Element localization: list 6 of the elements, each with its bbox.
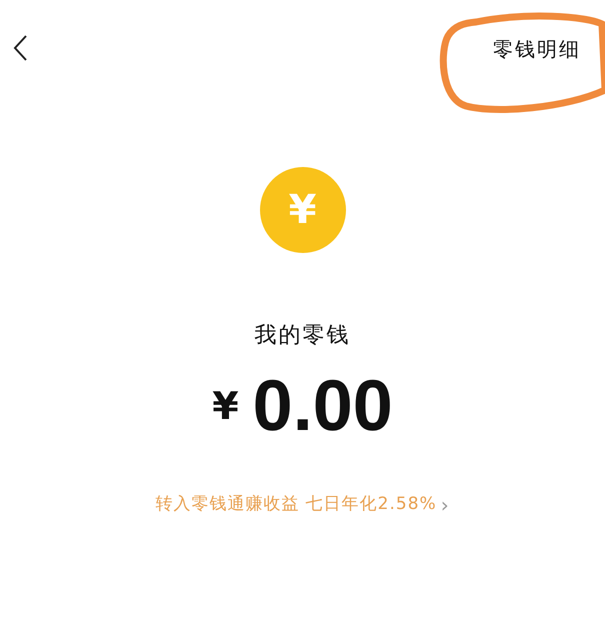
coin-icon: ¥	[260, 167, 346, 253]
details-link[interactable]: 零钱明细	[493, 34, 581, 64]
back-icon	[12, 34, 28, 62]
balance-label: 我的零钱	[254, 322, 350, 350]
balance-amount: 0.00	[252, 370, 393, 442]
currency-symbol: ¥	[212, 383, 239, 430]
